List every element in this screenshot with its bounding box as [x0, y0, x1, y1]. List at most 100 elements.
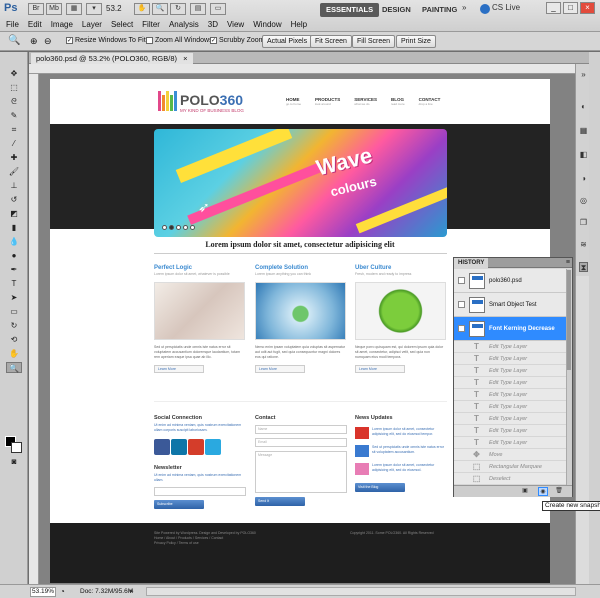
minimize-button[interactable]: _ — [546, 2, 561, 14]
scrubby-zoom-option[interactable]: ✓ Scrubby Zoom — [210, 37, 265, 44]
channels-panel-icon[interactable]: ≋ — [579, 240, 588, 250]
quick-selection-tool-icon[interactable]: ✎ — [6, 110, 22, 121]
history-snapshot[interactable]: polo360.psd — [454, 269, 566, 293]
history-panel-icon[interactable]: ⧗ — [579, 262, 588, 272]
document-tab[interactable]: polo360.psd @ 53.2% (POLO360, RGB/8) × — [31, 53, 193, 64]
vertical-ruler[interactable] — [29, 74, 39, 586]
history-step[interactable]: T Edit Type Layer — [454, 389, 566, 401]
workspace-painting-button[interactable]: PAINTING — [416, 3, 463, 17]
launch-mini-bridge-icon[interactable]: Mb — [46, 3, 62, 15]
maximize-button[interactable]: □ — [563, 2, 578, 14]
menu-file[interactable]: File — [6, 20, 19, 32]
status-menu-arrow-icon[interactable]: ▸ — [130, 587, 134, 595]
pen-tool-icon[interactable]: ✒ — [6, 264, 22, 275]
zoom-percentage-field[interactable]: 53.19% — [30, 587, 56, 597]
menu-help[interactable]: Help — [291, 20, 307, 32]
swatches-panel-icon[interactable]: ▦ — [579, 126, 588, 136]
adjustments-panel-icon[interactable]: ◑ — [579, 174, 588, 184]
history-step[interactable]: ✥ Move — [454, 449, 566, 461]
close-tab-icon[interactable]: × — [183, 54, 187, 63]
zoom-level-icon[interactable]: ▾ — [86, 3, 102, 15]
launch-bridge-icon[interactable]: Br — [28, 3, 44, 15]
clone-stamp-tool-icon[interactable]: ⊥ — [6, 180, 22, 191]
menu-window[interactable]: Window — [253, 20, 281, 32]
zoom-tool-icon[interactable]: 🔍 — [152, 3, 168, 15]
workspace-design-button[interactable]: DESIGN — [376, 3, 417, 17]
hand-tool-icon[interactable]: ✋ — [6, 348, 22, 359]
color-panel-icon[interactable]: ◐ — [579, 102, 588, 112]
blur-tool-icon[interactable]: 💧 — [6, 236, 22, 247]
styles-panel-icon[interactable]: ◧ — [579, 150, 588, 160]
layers-panel-icon[interactable]: ❐ — [579, 218, 588, 228]
view-extras-icon[interactable]: ▦ — [66, 3, 82, 15]
history-step[interactable]: T Edit Type Layer — [454, 401, 566, 413]
rectangle-tool-icon[interactable]: ▭ — [6, 306, 22, 317]
move-tool-icon[interactable]: ✥ — [6, 68, 22, 79]
cs-live-icon[interactable] — [480, 4, 490, 14]
history-step[interactable]: T Edit Type Layer — [454, 413, 566, 425]
menu-layer[interactable]: Layer — [82, 20, 102, 32]
history-step[interactable]: T Edit Type Layer — [454, 437, 566, 449]
screen-mode-icon[interactable]: ▭ — [210, 3, 226, 15]
history-tab[interactable]: HISTORY — [454, 258, 489, 268]
history-step[interactable]: ⬚ Deselect — [454, 473, 566, 485]
zoom-tool-icon[interactable]: 🔍 — [6, 362, 22, 373]
menu-filter[interactable]: Filter — [142, 20, 160, 32]
menu-edit[interactable]: Edit — [28, 20, 42, 32]
gradient-tool-icon[interactable]: ▮ — [6, 222, 22, 233]
background-color-swatch[interactable] — [11, 442, 22, 453]
type-tool-icon[interactable]: T — [6, 278, 22, 289]
horizontal-ruler[interactable] — [29, 64, 575, 74]
cs-live-button[interactable]: CS Live — [492, 3, 520, 12]
zoom-all-windows-option[interactable]: Zoom All Windows — [146, 37, 213, 44]
menu-view[interactable]: View — [227, 20, 244, 32]
history-brush-tool-icon[interactable]: ↺ — [6, 194, 22, 205]
new-document-from-state-icon[interactable]: ▣ — [520, 487, 530, 496]
fit-screen-button[interactable]: Fit Screen — [310, 35, 352, 48]
spot-healing-tool-icon[interactable]: ✚ — [6, 152, 22, 163]
history-step[interactable]: T Edit Type Layer — [454, 353, 566, 365]
history-step[interactable]: ⬚ Rectangular Marquee — [454, 461, 566, 473]
workspace-essentials-button[interactable]: ESSENTIALS — [320, 3, 380, 17]
zoom-level-value[interactable]: 53.2 — [106, 4, 122, 13]
menu-3d[interactable]: 3D — [208, 20, 218, 32]
eyedropper-tool-icon[interactable]: ⁄ — [6, 138, 22, 149]
dodge-tool-icon[interactable]: ● — [6, 250, 22, 261]
delete-state-icon[interactable]: 🗑 — [554, 487, 564, 496]
rotate-view-icon[interactable]: ↻ — [170, 3, 186, 15]
actual-pixels-button[interactable]: Actual Pixels — [262, 35, 313, 48]
3d-orbit-tool-icon[interactable]: ⟲ — [6, 334, 22, 345]
close-button[interactable]: × — [580, 2, 595, 14]
menu-analysis[interactable]: Analysis — [169, 20, 199, 32]
eraser-tool-icon[interactable]: ◩ — [6, 208, 22, 219]
history-step[interactable]: T Edit Type Layer — [454, 425, 566, 437]
lasso-tool-icon[interactable]: ᘓ — [6, 96, 22, 107]
menu-image[interactable]: Image — [51, 20, 73, 32]
history-snapshot-selected[interactable]: Font Kerning Decrease — [454, 317, 566, 341]
resize-windows-option[interactable]: ✓ Resize Windows To Fit — [66, 37, 146, 44]
more-workspaces-icon[interactable]: » — [462, 3, 466, 12]
print-size-button[interactable]: Print Size — [396, 35, 436, 48]
crop-tool-icon[interactable]: ⌗ — [6, 124, 22, 135]
history-source-checkbox[interactable] — [458, 277, 465, 284]
history-step[interactable]: T Edit Type Layer — [454, 341, 566, 353]
masks-panel-icon[interactable]: ◎ — [579, 196, 588, 206]
create-new-snapshot-icon[interactable]: ◉ — [538, 487, 548, 496]
history-brush-source-icon[interactable] — [458, 325, 465, 332]
history-scrollbar-thumb[interactable] — [567, 270, 571, 370]
panel-menu-icon[interactable]: ≡ — [566, 258, 570, 268]
fill-screen-button[interactable]: Fill Screen — [352, 35, 396, 48]
hand-tool-icon[interactable]: ✋ — [134, 3, 150, 15]
zoom-out-icon[interactable]: ⊖ — [44, 36, 52, 47]
checkbox-checked-icon[interactable]: ✓ — [210, 37, 217, 44]
menu-select[interactable]: Select — [111, 20, 133, 32]
document-info-icon[interactable]: ◔ — [60, 587, 65, 596]
quick-mask-icon[interactable]: ◙ — [6, 456, 22, 467]
collapse-panels-icon[interactable]: » — [579, 70, 588, 80]
history-step[interactable]: T Edit Type Layer — [454, 377, 566, 389]
path-selection-tool-icon[interactable]: ➤ — [6, 292, 22, 303]
horizontal-scrollbar[interactable] — [146, 587, 576, 596]
3d-rotate-tool-icon[interactable]: ↻ — [6, 320, 22, 331]
history-snapshot[interactable]: Smart Object Test — [454, 293, 566, 317]
arrange-documents-icon[interactable]: ▤ — [190, 3, 206, 15]
